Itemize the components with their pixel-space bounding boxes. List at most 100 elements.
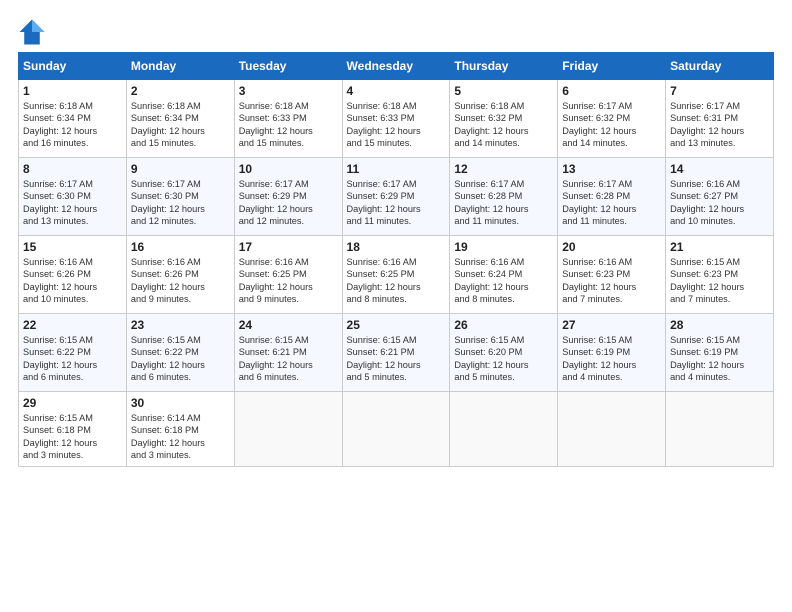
day-info: Sunrise: 6:15 AMSunset: 6:22 PMDaylight:… [23,334,122,384]
calendar-cell: 21Sunrise: 6:15 AMSunset: 6:23 PMDayligh… [666,236,774,314]
day-number: 22 [23,318,122,332]
calendar-cell: 9 Sunrise: 6:17 AMSunset: 6:30 PMDaylight… [126,158,234,236]
day-info: Sunrise: 6:15 AMSunset: 6:19 PMDaylight:… [670,334,769,384]
calendar-cell: 3Sunrise: 6:18 AMSunset: 6:33 PMDaylight… [234,80,342,158]
calendar-cell: 12 Sunrise: 6:17 AMSunset: 6:28 PMDayligh… [450,158,558,236]
day-info: Sunrise: 6:15 AMSunset: 6:20 PMDaylight:… [454,334,553,384]
day-number: 14 [670,162,769,176]
calendar-cell: 27 Sunrise: 6:15 AMSunset: 6:19 PMDayligh… [558,314,666,392]
page: SundayMondayTuesdayWednesdayThursdayFrid… [0,0,792,612]
calendar-header-friday: Friday [558,53,666,80]
calendar-cell: 2Sunrise: 6:18 AMSunset: 6:34 PMDaylight… [126,80,234,158]
day-number: 17 [239,240,338,254]
day-number: 15 [23,240,122,254]
calendar-week-4: 22 Sunrise: 6:15 AMSunset: 6:22 PMDayligh… [19,314,774,392]
day-number: 12 [454,162,553,176]
day-info: Sunrise: 6:17 AMSunset: 6:31 PMDaylight:… [670,100,769,150]
day-info: Sunrise: 6:16 AMSunset: 6:26 PMDaylight:… [131,256,230,306]
day-info: Sunrise: 6:16 AMSunset: 6:25 PMDaylight:… [347,256,446,306]
day-info: Sunrise: 6:17 AMSunset: 6:28 PMDaylight:… [562,178,661,228]
calendar-week-2: 8Sunrise: 6:17 AMSunset: 6:30 PMDaylight… [19,158,774,236]
day-number: 4 [347,84,446,98]
calendar-header-row: SundayMondayTuesdayWednesdayThursdayFrid… [19,53,774,80]
calendar-cell: 25 Sunrise: 6:15 AMSunset: 6:21 PMDayligh… [342,314,450,392]
day-number: 28 [670,318,769,332]
logo [18,18,52,46]
calendar-cell: 4 Sunrise: 6:18 AMSunset: 6:33 PMDaylight… [342,80,450,158]
calendar-header-saturday: Saturday [666,53,774,80]
day-info: Sunrise: 6:16 AMSunset: 6:25 PMDaylight:… [239,256,338,306]
day-number: 27 [562,318,661,332]
calendar-header-tuesday: Tuesday [234,53,342,80]
calendar-cell: 19 Sunrise: 6:16 AMSunset: 6:24 PMDayligh… [450,236,558,314]
calendar-header-thursday: Thursday [450,53,558,80]
day-number: 24 [239,318,338,332]
day-number: 9 [131,162,230,176]
calendar-cell: 14 Sunrise: 6:16 AMSunset: 6:27 PMDayligh… [666,158,774,236]
day-info: Sunrise: 6:17 AMSunset: 6:30 PMDaylight:… [131,178,230,228]
day-number: 18 [347,240,446,254]
day-number: 23 [131,318,230,332]
calendar-cell: 24 Sunrise: 6:15 AMSunset: 6:21 PMDayligh… [234,314,342,392]
calendar-cell: 15 Sunrise: 6:16 AMSunset: 6:26 PMDayligh… [19,236,127,314]
day-info: Sunrise: 6:14 AMSunset: 6:18 PMDaylight:… [131,412,230,462]
day-number: 29 [23,396,122,410]
day-number: 30 [131,396,230,410]
day-number: 10 [239,162,338,176]
day-info: Sunrise: 6:16 AMSunset: 6:27 PMDaylight:… [670,178,769,228]
calendar-cell: 22 Sunrise: 6:15 AMSunset: 6:22 PMDayligh… [19,314,127,392]
calendar-cell: 28 Sunrise: 6:15 AMSunset: 6:19 PMDayligh… [666,314,774,392]
calendar-cell: 1 Sunrise: 6:18 AMSunset: 6:34 PMDaylight… [19,80,127,158]
day-number: 26 [454,318,553,332]
day-info: Sunrise: 6:16 AMSunset: 6:23 PMDaylight:… [562,256,661,306]
day-info: Sunrise: 6:18 AMSunset: 6:33 PMDaylight:… [347,100,446,150]
logo-icon [18,18,46,46]
day-number: 25 [347,318,446,332]
day-info: Sunrise: 6:18 AMSunset: 6:34 PMDaylight:… [131,100,230,150]
calendar-week-3: 15 Sunrise: 6:16 AMSunset: 6:26 PMDayligh… [19,236,774,314]
calendar-cell: 17 Sunrise: 6:16 AMSunset: 6:25 PMDayligh… [234,236,342,314]
day-number: 13 [562,162,661,176]
calendar-cell: 26 Sunrise: 6:15 AMSunset: 6:20 PMDayligh… [450,314,558,392]
calendar-header-wednesday: Wednesday [342,53,450,80]
day-info: Sunrise: 6:18 AMSunset: 6:34 PMDaylight:… [23,100,122,150]
day-number: 16 [131,240,230,254]
day-number: 20 [562,240,661,254]
day-info: Sunrise: 6:17 AMSunset: 6:28 PMDaylight:… [454,178,553,228]
day-info: Sunrise: 6:17 AMSunset: 6:30 PMDaylight:… [23,178,122,228]
calendar-cell [666,392,774,467]
day-info: Sunrise: 6:15 AMSunset: 6:19 PMDaylight:… [562,334,661,384]
day-info: Sunrise: 6:15 AMSunset: 6:21 PMDaylight:… [347,334,446,384]
day-info: Sunrise: 6:17 AMSunset: 6:29 PMDaylight:… [347,178,446,228]
day-info: Sunrise: 6:18 AMSunset: 6:32 PMDaylight:… [454,100,553,150]
day-info: Sunrise: 6:18 AMSunset: 6:33 PMDaylight:… [239,100,338,150]
calendar-header-sunday: Sunday [19,53,127,80]
day-number: 1 [23,84,122,98]
calendar-cell: 7 Sunrise: 6:17 AMSunset: 6:31 PMDaylight… [666,80,774,158]
calendar-header-monday: Monday [126,53,234,80]
day-number: 6 [562,84,661,98]
calendar-cell: 30 Sunrise: 6:14 AMSunset: 6:18 PMDayligh… [126,392,234,467]
calendar-cell [342,392,450,467]
header [18,18,774,46]
calendar-cell: 29 Sunrise: 6:15 AMSunset: 6:18 PMDayligh… [19,392,127,467]
calendar-cell: 8Sunrise: 6:17 AMSunset: 6:30 PMDaylight… [19,158,127,236]
calendar-cell [234,392,342,467]
calendar-cell [450,392,558,467]
calendar-cell: 13 Sunrise: 6:17 AMSunset: 6:28 PMDayligh… [558,158,666,236]
calendar-cell: 23 Sunrise: 6:15 AMSunset: 6:22 PMDayligh… [126,314,234,392]
day-info: Sunrise: 6:15 AMSunset: 6:21 PMDaylight:… [239,334,338,384]
calendar-cell: 6 Sunrise: 6:17 AMSunset: 6:32 PMDaylight… [558,80,666,158]
day-number: 5 [454,84,553,98]
day-number: 19 [454,240,553,254]
calendar-cell: 18 Sunrise: 6:16 AMSunset: 6:25 PMDayligh… [342,236,450,314]
day-info: Sunrise: 6:15 AMSunset: 6:23 PMDaylight:… [670,256,769,306]
day-info: Sunrise: 6:16 AMSunset: 6:24 PMDaylight:… [454,256,553,306]
calendar-cell: 20 Sunrise: 6:16 AMSunset: 6:23 PMDayligh… [558,236,666,314]
day-info: Sunrise: 6:15 AMSunset: 6:18 PMDaylight:… [23,412,122,462]
day-info: Sunrise: 6:16 AMSunset: 6:26 PMDaylight:… [23,256,122,306]
calendar-cell: 16 Sunrise: 6:16 AMSunset: 6:26 PMDayligh… [126,236,234,314]
day-number: 7 [670,84,769,98]
day-info: Sunrise: 6:15 AMSunset: 6:22 PMDaylight:… [131,334,230,384]
day-info: Sunrise: 6:17 AMSunset: 6:32 PMDaylight:… [562,100,661,150]
